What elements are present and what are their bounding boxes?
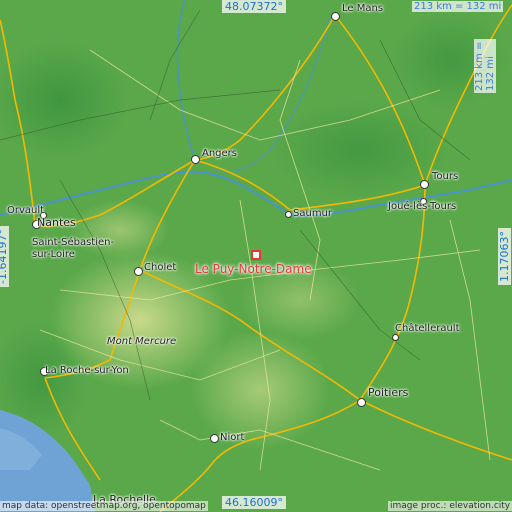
city-marker-angers [191, 155, 200, 164]
north-bound-label: 48.07372° [222, 0, 286, 13]
city-label-saint-sebastien: Saint-Sébastien- [32, 237, 115, 248]
place-label: Le Puy-Notre-Dame [195, 262, 312, 276]
city-marker-niort [210, 434, 219, 443]
city-label-la-roche: La Roche-sur-Yon [45, 365, 129, 376]
image-credit: image proc.: elevation.city [388, 501, 512, 511]
city-label-tours: Tours [432, 171, 459, 182]
city-label-nantes: Nantes [37, 216, 76, 229]
city-label-cholet: Cholet [144, 262, 177, 273]
city-label-saumur: Saumur [293, 208, 333, 219]
scale-horizontal: 213 km = 132 mi [412, 1, 504, 12]
city-label-poitiers: Poitiers [368, 386, 409, 399]
map-credit: map data: openstreetmap.org, opentopomap [0, 501, 208, 511]
city-label-saint-sebastien-2: sur-Loire [32, 249, 75, 260]
city-label-chatellerault: Châtellerault [395, 323, 460, 334]
city-label-niort: Niort [220, 432, 245, 443]
city-marker-tours [420, 180, 429, 189]
map-view[interactable]: Le Mans Angers Tours Joué-lès-Tours Saum… [0, 0, 512, 512]
east-bound-label: 1.17063° [498, 228, 511, 285]
city-label-joue: Joué-lès-Tours [388, 201, 457, 212]
west-bound-label: -1.64197° [0, 226, 9, 287]
city-label-le-mans: Le Mans [342, 3, 384, 14]
peak-label-mont-mercure: Mont Mercure [107, 336, 177, 347]
scale-vertical: 213 km = 132 mi [474, 39, 496, 93]
city-marker-cholet [134, 267, 143, 276]
city-label-angers: Angers [202, 148, 237, 159]
place-marker[interactable] [251, 250, 261, 260]
city-marker-chatellerault [392, 334, 399, 341]
city-label-orvault: Orvault [7, 205, 45, 216]
city-marker-poitiers [357, 398, 366, 407]
city-marker-le-mans [331, 12, 340, 21]
city-marker-saumur [285, 211, 292, 218]
south-bound-label: 46.16009° [222, 496, 286, 509]
